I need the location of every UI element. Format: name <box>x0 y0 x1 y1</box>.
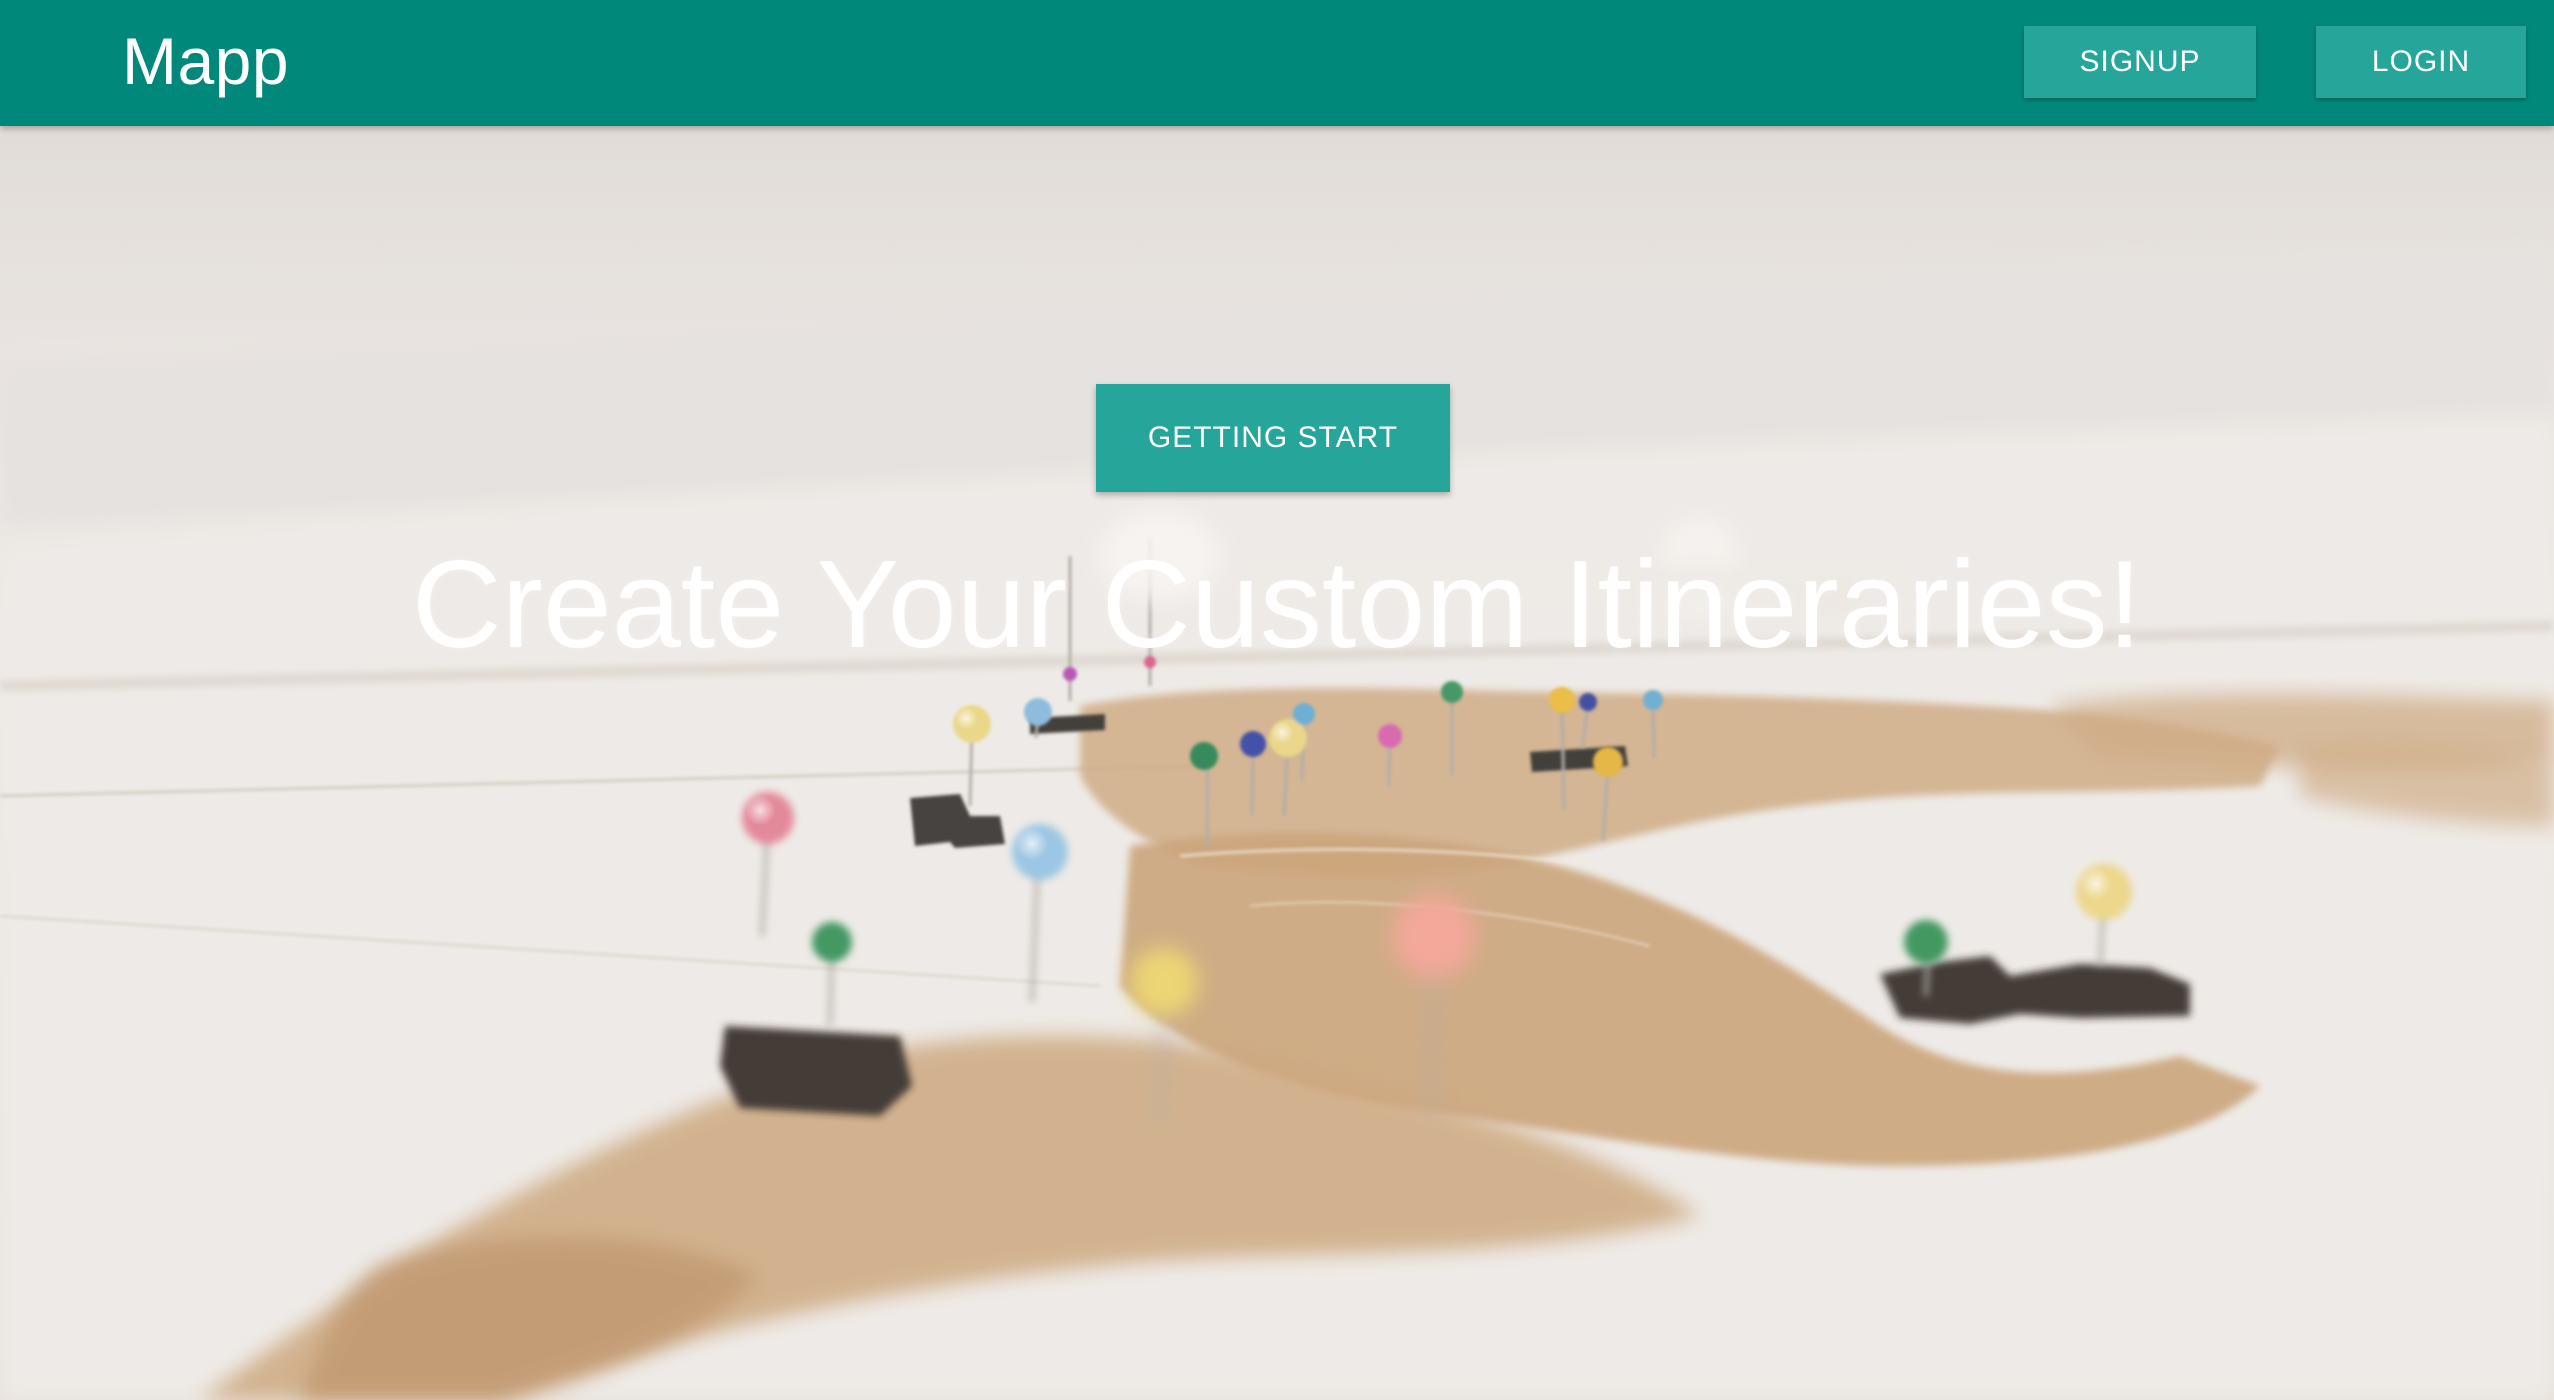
getting-start-button[interactable]: GETTING START <box>1096 384 1450 492</box>
brand-logo[interactable]: Mapp <box>122 22 289 100</box>
hero-headline: Create Your Custom Itineraries! <box>412 536 2142 674</box>
landing-page: Mapp SIGNUP LOGIN GETTING START Create Y… <box>0 0 2554 1400</box>
login-button[interactable]: LOGIN <box>2316 26 2526 98</box>
world-map-pins-background <box>0 126 2554 1400</box>
signup-button[interactable]: SIGNUP <box>2024 26 2256 98</box>
hero-section: GETTING START Create Your Custom Itinera… <box>0 126 2554 1400</box>
top-navbar: Mapp SIGNUP LOGIN <box>0 0 2554 126</box>
